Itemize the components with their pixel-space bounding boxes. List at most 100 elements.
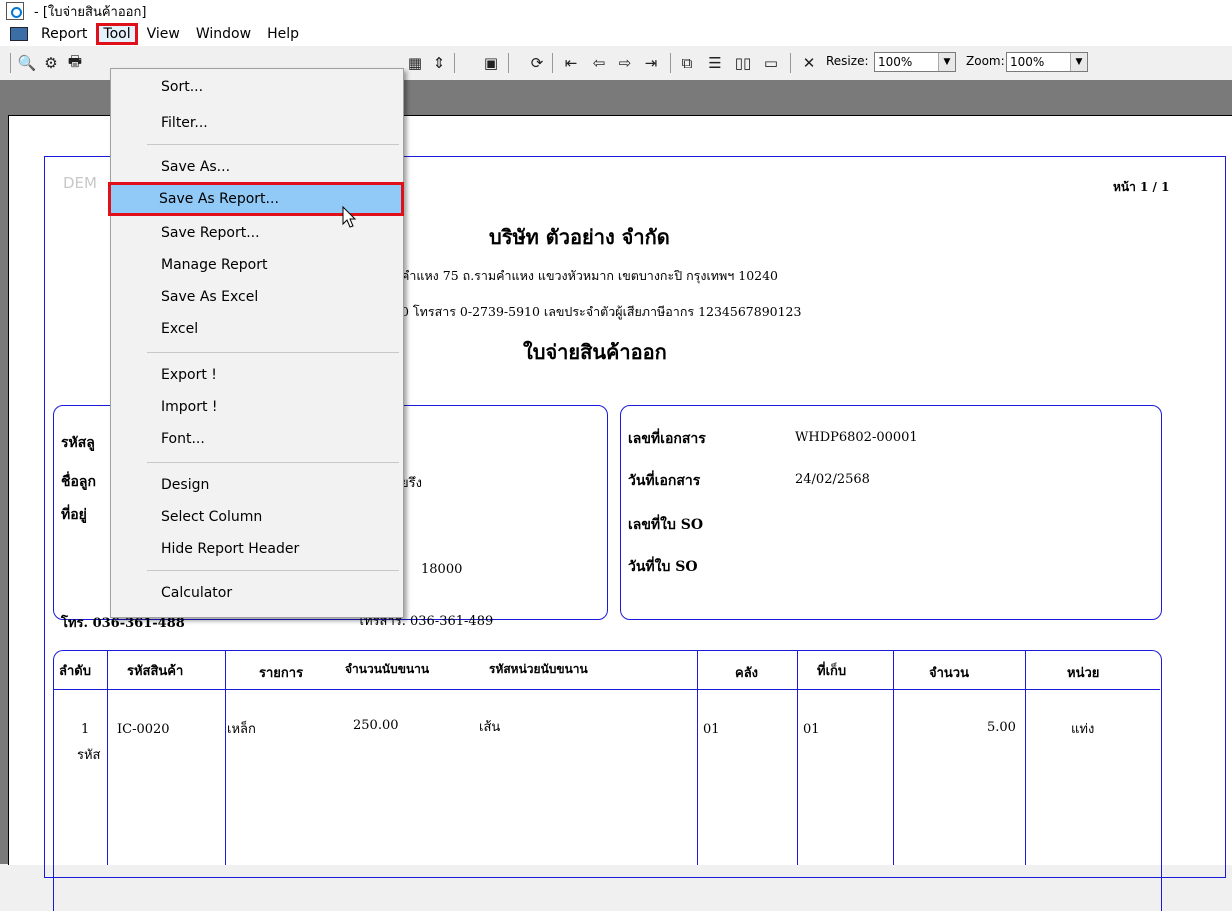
menu-view[interactable]: View <box>140 24 187 44</box>
prev-page-icon[interactable]: ⇦ <box>588 52 610 74</box>
toolbar-separator <box>10 53 11 73</box>
resize-label: Resize: <box>826 54 869 68</box>
refresh-icon[interactable]: ⟳ <box>526 52 548 74</box>
print-icon[interactable]: 🖶 <box>64 52 86 74</box>
calculator-icon[interactable]: ▣ <box>480 52 502 74</box>
menu-item-excel[interactable]: Excel <box>113 315 399 343</box>
settings-icon[interactable]: ⚙ <box>40 52 62 74</box>
watermark: DEM <box>63 174 97 192</box>
col-header-code: รหัสสินค้า <box>127 664 184 679</box>
menu-item-manage-report[interactable]: Manage Report <box>113 251 399 279</box>
toolbar-separator <box>790 53 791 73</box>
company-name: บริษัท ตัวอย่าง จำกัด <box>489 225 670 249</box>
menu-item-sort[interactable]: Sort... <box>113 73 399 101</box>
menu-help[interactable]: Help <box>260 24 306 44</box>
table-header-divider <box>54 689 1160 690</box>
tool-menu: Sort... Filter... Save As... Save As Rep… <box>108 68 404 618</box>
menu-item-calculator[interactable]: Calculator <box>113 579 399 607</box>
window-title: - [ใบจ่ายสินค้าออก] <box>34 4 147 20</box>
customer-name-value: ยรึง <box>401 476 422 491</box>
tile-vertical-icon[interactable]: ▯▯ <box>732 52 754 74</box>
menu-window[interactable]: Window <box>189 24 258 44</box>
close-icon[interactable]: ✕ <box>798 52 820 74</box>
postcode: 18000 <box>421 562 463 577</box>
fit-height-icon[interactable]: ⇕ <box>428 52 450 74</box>
menu-tool[interactable]: Tool <box>96 23 138 45</box>
doc-date-label: วันที่เอกสาร <box>628 473 701 489</box>
doc-date-value: 24/02/2568 <box>795 472 870 487</box>
document-icon[interactable] <box>10 27 28 41</box>
title-bar: - [ใบจ่ายสินค้าออก] <box>0 0 1232 22</box>
menu-separator <box>147 462 399 463</box>
col-header-unit: หน่วย <box>1067 666 1100 681</box>
menu-report[interactable]: Report <box>34 24 94 44</box>
so-date-label: วันที่ใบ SO <box>628 559 698 575</box>
address-label: ที่อยู่ <box>61 507 87 523</box>
first-page-icon[interactable]: ⇤ <box>560 52 582 74</box>
col-header-warehouse: คลัง <box>735 666 759 681</box>
print-preview-icon <box>6 2 24 20</box>
grid-icon[interactable]: ▦ <box>404 52 426 74</box>
doc-no-label: เลขที่เอกสาร <box>628 431 706 447</box>
menu-item-hide-report-header[interactable]: Hide Report Header <box>113 535 399 563</box>
menu-separator <box>147 352 399 353</box>
col-header-count: จำนวนนับขนาน <box>345 662 430 676</box>
menu-item-select-column[interactable]: Select Column <box>113 503 399 531</box>
chevron-down-icon[interactable]: ▼ <box>1070 53 1087 71</box>
row-qty: 5.00 <box>987 720 1016 735</box>
col-header-name: รายการ <box>259 666 304 681</box>
resize-select[interactable]: 100% ▼ <box>874 52 956 72</box>
menu-separator <box>147 144 399 145</box>
company-address: คำแหง 75 ถ.รามคำแหง แขวงหัวหมาก เขตบางกะ… <box>401 268 779 283</box>
window-icon[interactable]: ▭ <box>760 52 782 74</box>
customer-code-label: รหัสลู <box>61 435 95 451</box>
menu-bar: Report Tool View Window Help <box>0 22 1232 46</box>
col-header-count-unit: รหัสหน่วยนับขนาน <box>489 662 588 676</box>
chevron-down-icon[interactable]: ▼ <box>938 53 955 71</box>
row-count: 250.00 <box>353 718 399 733</box>
row-unit: แท่ง <box>1071 722 1095 737</box>
zoom-label: Zoom: <box>966 54 1005 68</box>
resize-value: 100% <box>878 55 913 69</box>
column-divider <box>107 651 108 865</box>
row-count-unit: เส้น <box>479 720 501 735</box>
row-code: IC-0020 <box>117 722 170 737</box>
column-divider <box>797 651 798 865</box>
cascade-icon[interactable]: ⧉ <box>676 52 698 74</box>
column-divider <box>697 651 698 865</box>
search-icon[interactable]: 🔍 <box>16 52 38 74</box>
page-number: หน้า 1 / 1 <box>1113 180 1170 194</box>
menu-item-import[interactable]: Import ! <box>113 393 399 421</box>
next-page-icon[interactable]: ⇨ <box>614 52 636 74</box>
mouse-cursor-icon <box>342 206 357 228</box>
menu-item-design[interactable]: Design <box>113 471 399 499</box>
zoom-select[interactable]: 100% ▼ <box>1006 52 1088 72</box>
row-warehouse: 01 <box>703 722 720 737</box>
document-title: ใบจ่ายสินค้าออก <box>523 340 667 364</box>
col-header-qty: จำนวน <box>929 666 969 681</box>
menu-item-save-as-excel[interactable]: Save As Excel <box>113 283 399 311</box>
menu-item-export[interactable]: Export ! <box>113 361 399 389</box>
menu-separator <box>147 570 399 571</box>
column-divider <box>893 651 894 865</box>
column-divider <box>225 651 226 865</box>
menu-item-save-as[interactable]: Save As... <box>113 153 399 181</box>
column-divider <box>1025 651 1026 865</box>
menu-item-font[interactable]: Font... <box>113 425 399 453</box>
so-no-label: เลขที่ใบ SO <box>628 517 704 533</box>
tile-horizontal-icon[interactable]: ☰ <box>704 52 726 74</box>
toolbar-separator <box>508 53 509 73</box>
zoom-value: 100% <box>1010 55 1045 69</box>
col-header-no: ลำดับ <box>59 664 91 679</box>
row-name: เหล็ก <box>227 722 256 737</box>
row-extra: รหัส <box>77 748 101 763</box>
toolbar-separator <box>670 53 671 73</box>
toolbar-separator <box>454 53 455 73</box>
doc-no-value: WHDP6802-00001 <box>795 430 918 445</box>
row-location: 01 <box>803 722 820 737</box>
last-page-icon[interactable]: ⇥ <box>640 52 662 74</box>
company-contact: 0 โทรสาร 0-2739-5910 เลขประจำตัวผู้เสียภ… <box>401 304 802 319</box>
row-no: 1 <box>81 722 90 737</box>
toolbar-separator <box>552 53 553 73</box>
menu-item-filter[interactable]: Filter... <box>113 109 399 137</box>
